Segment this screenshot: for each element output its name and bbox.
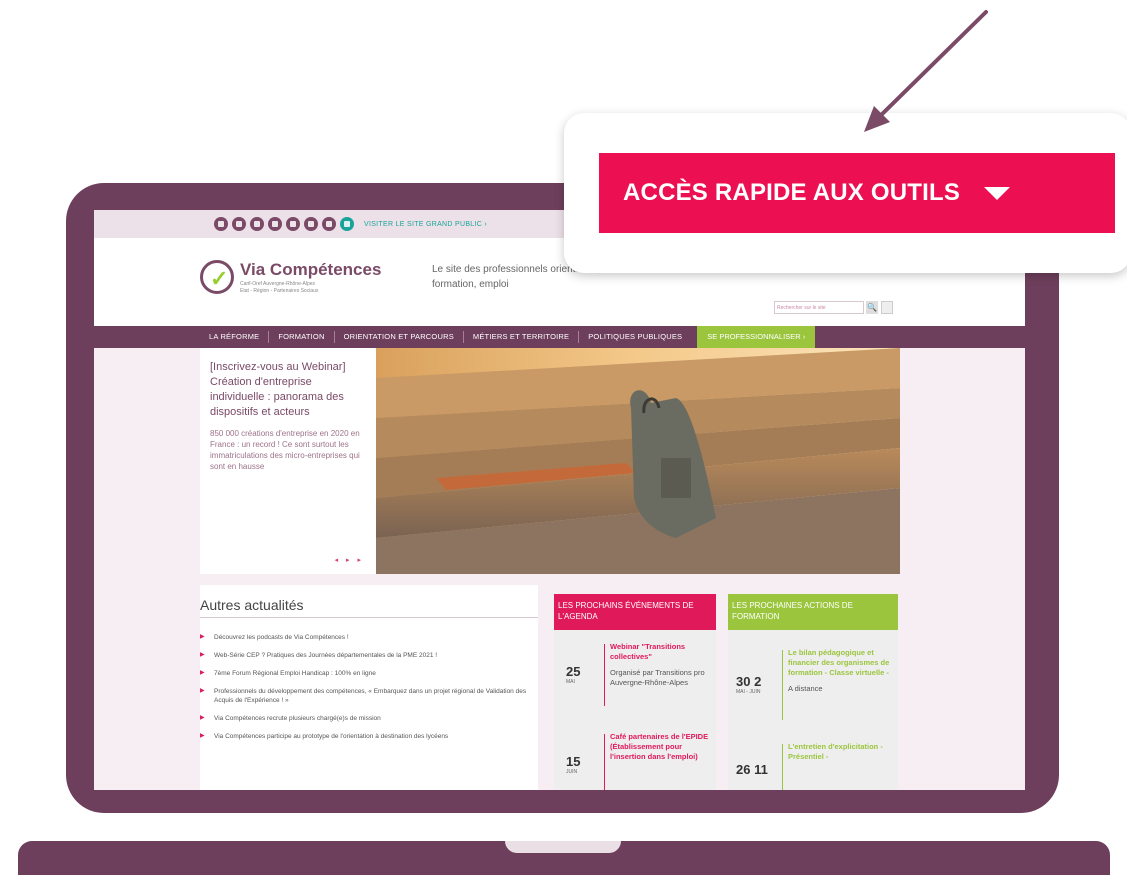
event-month: MAI <box>566 679 575 685</box>
training-event-date: 30 2 MAI - JUIN <box>736 674 761 695</box>
training-title[interactable]: LES PROCHAINES ACTIONS DE FORMATION <box>728 594 898 630</box>
logo-subtitle-2: Etat - Région - Partenaires Sociaux <box>240 288 319 294</box>
agenda-event[interactable]: Café partenaires de l'EPIDE (Établisseme… <box>610 732 710 762</box>
agenda-event-date: 25 MAI <box>566 664 580 685</box>
agenda-event-date: 15 JUIN <box>566 754 580 775</box>
hero-image <box>376 348 900 574</box>
nav-item-metiers[interactable]: MÉTIERS ET TERRITOIRE <box>464 331 580 343</box>
training-event[interactable]: L'entretien d'explicitation - Présentiel… <box>788 742 894 762</box>
nav-item-orientation[interactable]: ORIENTATION ET PARCOURS <box>335 331 464 343</box>
laptop-screen: VISITER LE SITE GRAND PUBLIC › ✓ Via Com… <box>94 210 1025 790</box>
hero-text: 850 000 créations d'entreprise en 2020 e… <box>210 429 360 471</box>
training-event[interactable]: Le bilan pédagogique et financier des or… <box>788 648 894 694</box>
news-item[interactable]: Via Compétences recrute plusieurs chargé… <box>200 714 538 723</box>
event-title[interactable]: Webinar "Transitions collectives" <box>610 642 710 662</box>
event-separator <box>604 644 605 706</box>
caret-down-icon <box>984 186 1011 200</box>
event-separator <box>782 744 783 790</box>
checkmark-icon: ✓ <box>210 266 229 291</box>
quick-access-tools-button[interactable]: ACCÈS RAPIDE AUX OUTILS <box>599 153 1115 233</box>
event-title[interactable]: L'entretien d'explicitation - Présentiel… <box>788 742 894 762</box>
youtube-icon[interactable] <box>286 217 300 231</box>
accessibility-button[interactable] <box>881 301 893 314</box>
backpack-on-steps-image <box>376 348 900 574</box>
illustration: VISITER LE SITE GRAND PUBLIC › ✓ Via Com… <box>0 0 1127 875</box>
quick-access-label: ACCÈS RAPIDE AUX OUTILS <box>623 179 961 206</box>
nav-item-reforme[interactable]: LA RÉFORME <box>200 331 270 343</box>
agenda-event[interactable]: Webinar "Transitions collectives" Organi… <box>610 642 710 688</box>
nav-item-formation[interactable]: FORMATION <box>269 331 335 343</box>
logo-title[interactable]: Via Compétences <box>240 260 381 280</box>
main-nav: LA RÉFORME FORMATION ORIENTATION ET PARC… <box>94 326 1025 348</box>
news-divider <box>200 617 538 618</box>
public-site-link[interactable]: VISITER LE SITE GRAND PUBLIC › <box>364 221 487 228</box>
agenda-panel: LES PROCHAINS ÉVÉNEMENTS DE L'AGENDA 25 … <box>554 594 716 790</box>
agenda-title[interactable]: LES PROCHAINS ÉVÉNEMENTS DE L'AGENDA <box>554 594 716 630</box>
linkedin-icon[interactable] <box>232 217 246 231</box>
news-item[interactable]: Via Compétences participe au prototype d… <box>200 732 538 741</box>
event-separator <box>604 734 605 790</box>
news-item[interactable]: 7ème Forum Régional Emploi Handicap : 10… <box>200 669 538 678</box>
news-item[interactable]: Professionnels du développement des comp… <box>200 687 538 705</box>
event-day: 25 <box>566 664 581 679</box>
mail-icon[interactable] <box>322 217 336 231</box>
event-month: MAI - JUIN <box>736 689 761 695</box>
carousel-arrows[interactable]: ◂ ▸ ▸ <box>335 556 364 564</box>
nav-cta-professionnaliser[interactable]: SE PROFESSIONNALISER › <box>697 326 816 348</box>
event-day: 30 2 <box>736 674 762 689</box>
event-desc: A distance <box>788 684 823 693</box>
laptop-notch <box>505 841 621 853</box>
event-day: 26 11 <box>736 762 768 777</box>
twitter-icon[interactable] <box>250 217 264 231</box>
public-site-icon[interactable] <box>340 217 354 231</box>
event-title[interactable]: Café partenaires de l'EPIDE (Établisseme… <box>610 732 710 762</box>
facebook-icon[interactable] <box>214 217 228 231</box>
news-section: Autres actualités Découvrez les podcasts… <box>200 585 538 790</box>
training-event-date: 26 11 <box>736 762 768 777</box>
news-item[interactable]: Découvrez les podcasts de Via Compétence… <box>200 633 538 642</box>
event-day: 15 <box>566 754 581 769</box>
event-title[interactable]: Le bilan pédagogique et financier des or… <box>788 648 894 678</box>
training-panel: LES PROCHAINES ACTIONS DE FORMATION 30 2… <box>728 594 898 790</box>
event-desc: Organisé par Transitions pro Auvergne-Rh… <box>610 668 705 687</box>
logo-subtitle: Carif-Oref Auvergne-Rhône-Alpes <box>240 281 316 287</box>
news-title: Autres actualités <box>200 597 304 613</box>
search-button[interactable]: 🔍 <box>866 301 878 314</box>
instagram-icon[interactable] <box>268 217 282 231</box>
event-separator <box>782 650 783 720</box>
news-item[interactable]: Web-Série CEP ? Pratiques des Journées d… <box>200 651 538 660</box>
event-month: JUIN <box>566 769 578 775</box>
search-input[interactable]: Rechercher sur le site <box>774 301 864 314</box>
rss-icon[interactable] <box>304 217 318 231</box>
news-list: Découvrez les podcasts de Via Compétence… <box>200 633 538 750</box>
hero-panel[interactable]: [Inscrivez-vous au Webinar] Création d'e… <box>200 348 376 574</box>
nav-item-politiques[interactable]: POLITIQUES PUBLIQUES <box>579 331 691 343</box>
hero-title[interactable]: [Inscrivez-vous au Webinar] Création d'e… <box>210 360 366 420</box>
